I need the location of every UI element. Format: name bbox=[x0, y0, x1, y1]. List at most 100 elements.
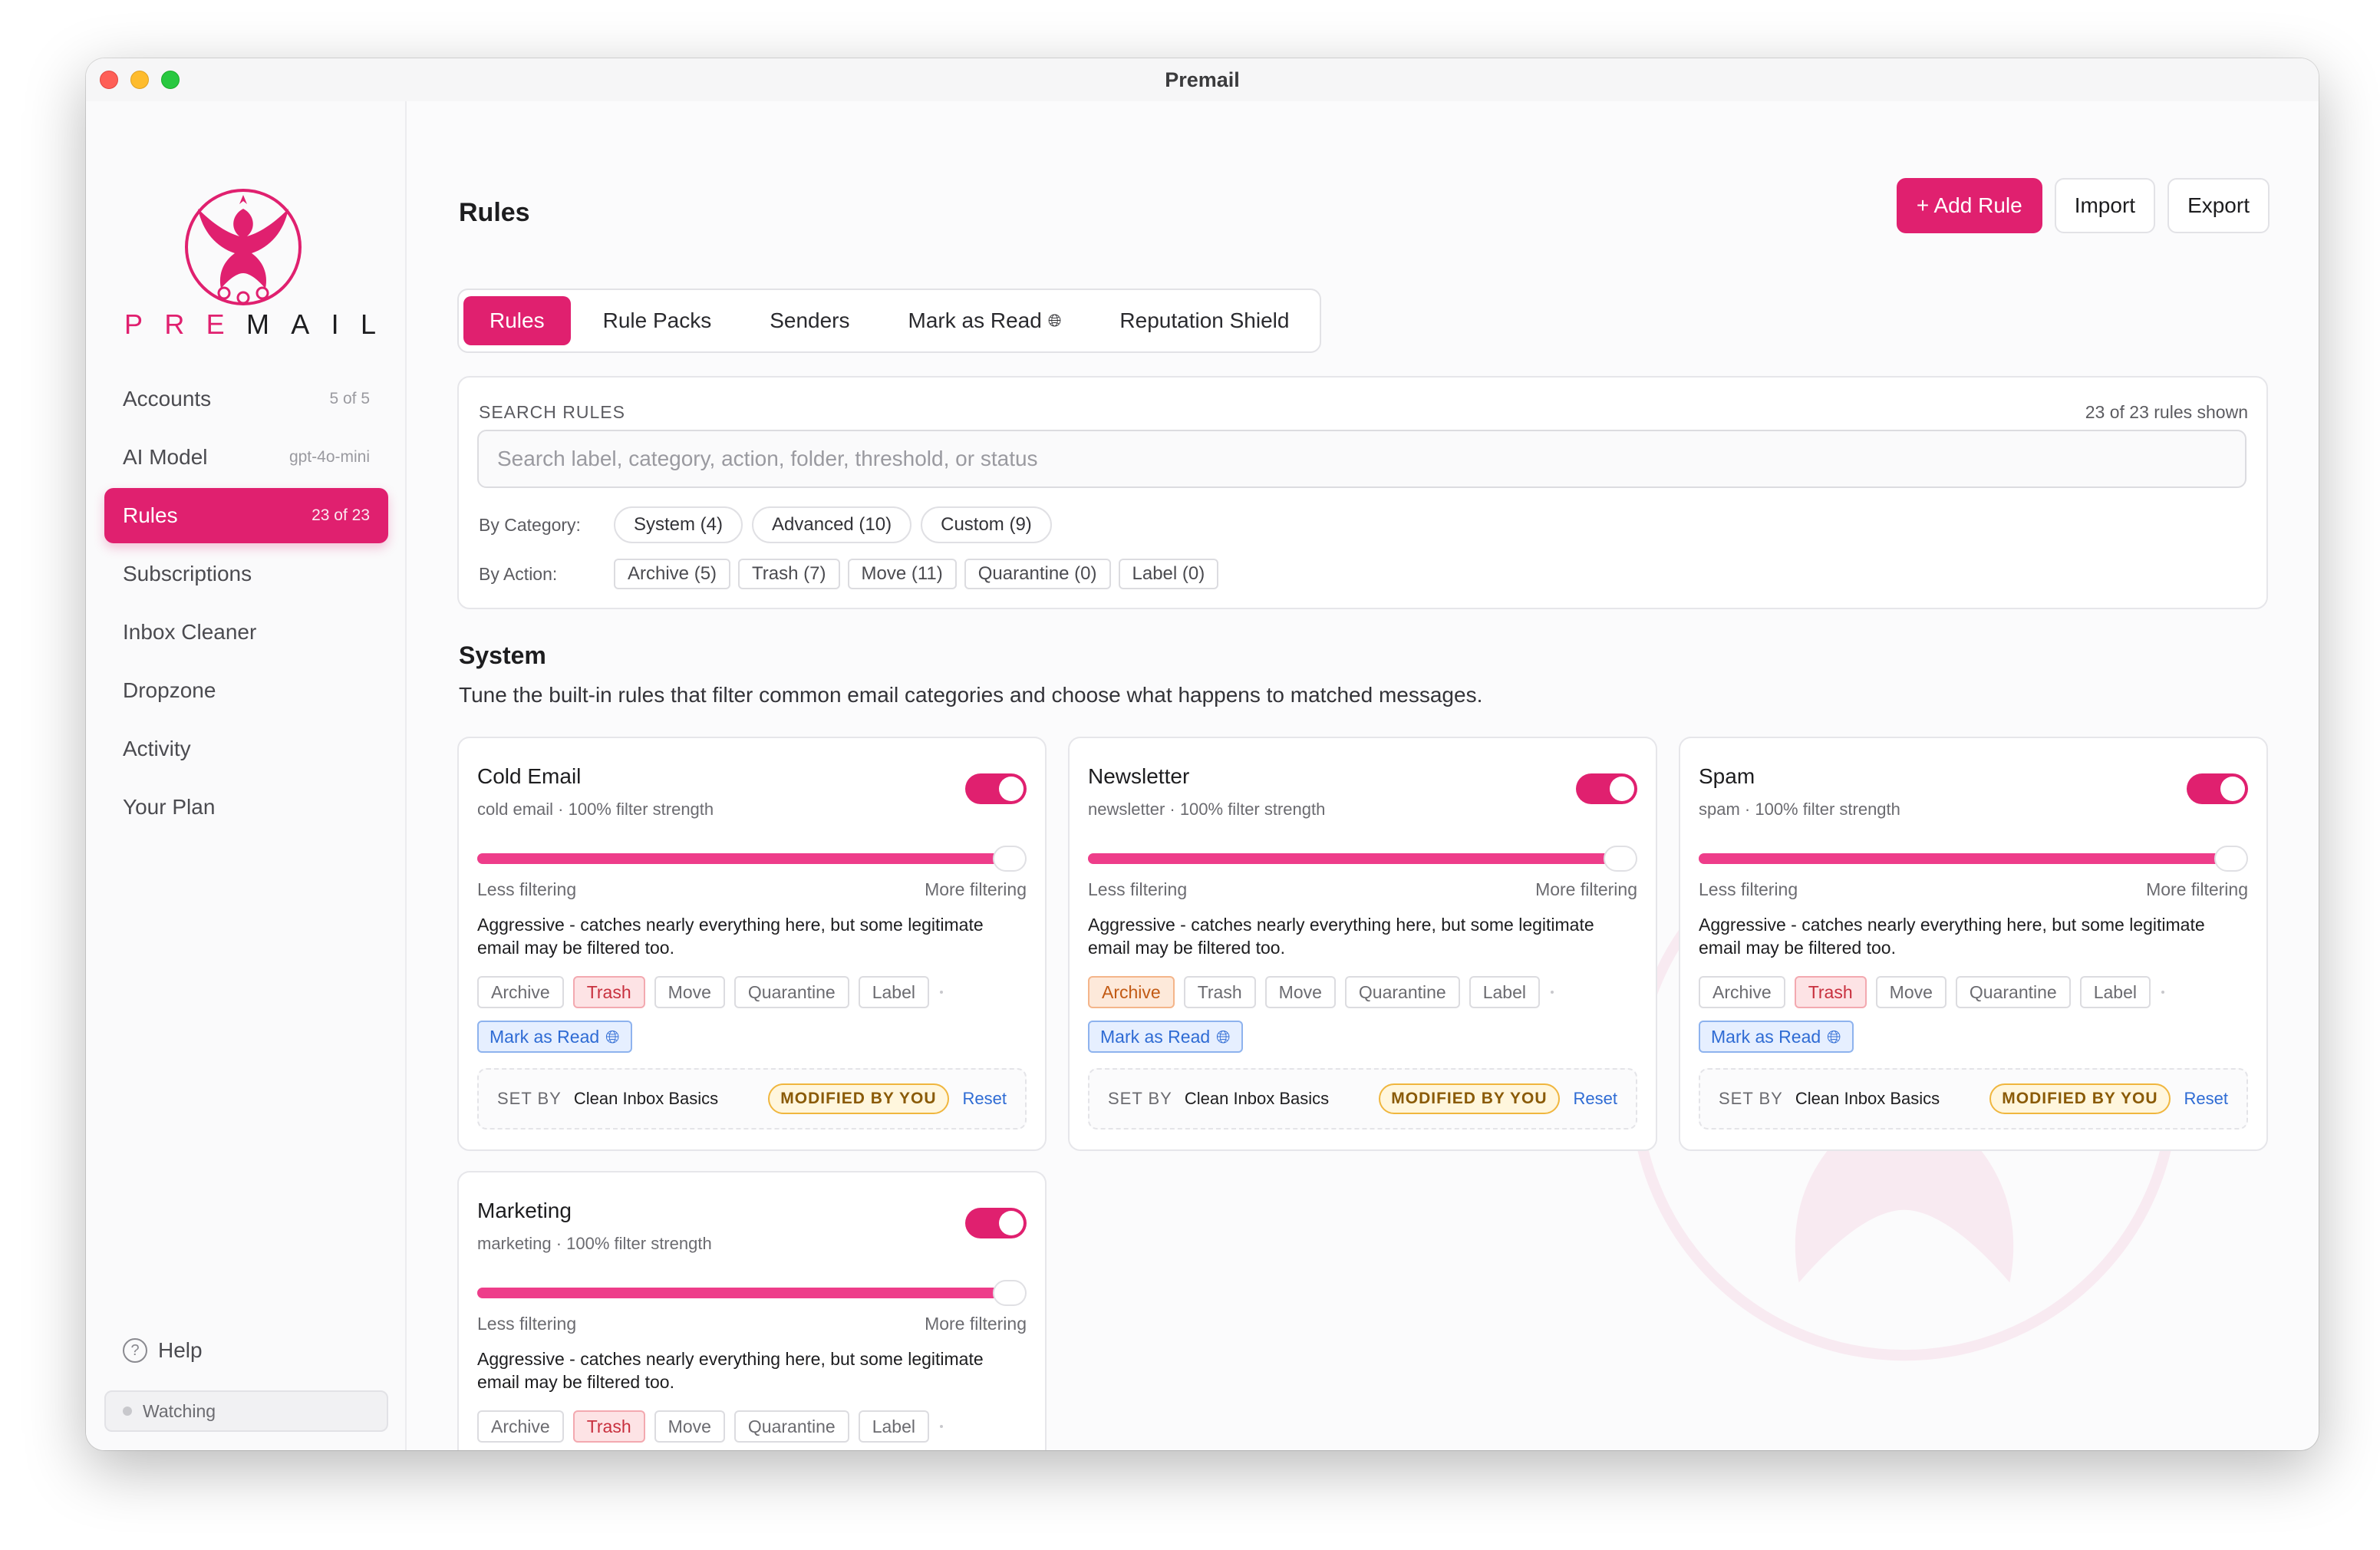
sidebar-item-inbox-cleaner[interactable]: Inbox Cleaner bbox=[104, 605, 388, 660]
reset-link[interactable]: Reset bbox=[963, 1089, 1007, 1109]
action-label-option[interactable]: Label bbox=[858, 976, 929, 1008]
reset-link[interactable]: Reset bbox=[1574, 1089, 1617, 1109]
help-link[interactable]: ? Help bbox=[123, 1338, 203, 1363]
sidebar-item-activity[interactable]: Activity bbox=[104, 721, 388, 777]
action-quarantine-option[interactable]: Quarantine bbox=[733, 1410, 849, 1443]
action-trash-option[interactable]: Trash bbox=[1794, 976, 1867, 1008]
sidebar-item-your-plan[interactable]: Your Plan bbox=[104, 780, 388, 835]
close-window-button[interactable] bbox=[100, 71, 118, 89]
rule-enabled-toggle[interactable] bbox=[965, 773, 1027, 804]
rule-title: Marketing bbox=[477, 1199, 572, 1222]
slider-fill bbox=[1699, 853, 2231, 864]
filter-strength-slider[interactable] bbox=[1699, 846, 2248, 872]
action-filter-label: By Action: bbox=[479, 563, 558, 584]
globe-icon: 🌐︎ bbox=[1827, 1026, 1841, 1047]
rule-card-marketing: Marketing marketing · 100% filter streng… bbox=[457, 1171, 1047, 1450]
category-filter-label: By Category: bbox=[479, 514, 581, 535]
slider-labels: Less filtering More filtering bbox=[477, 879, 1027, 900]
action-move-option[interactable]: Move bbox=[654, 1410, 725, 1443]
sidebar: P R E M A I L Accounts 5 of 5 AI Model g… bbox=[86, 101, 407, 1450]
export-button[interactable]: Export bbox=[2167, 178, 2270, 233]
mark-as-read-option[interactable]: Mark as Read 🌐︎ bbox=[1699, 1021, 1854, 1053]
reset-link[interactable]: Reset bbox=[2184, 1089, 2228, 1109]
action-filter-quarantine[interactable]: Quarantine (0) bbox=[964, 559, 1111, 589]
rule-enabled-toggle[interactable] bbox=[2187, 773, 2248, 804]
action-archive-option[interactable]: Archive bbox=[477, 976, 564, 1008]
modified-badge: MODIFIED BY YOU bbox=[1989, 1083, 2171, 1114]
slider-labels: Less filtering More filtering bbox=[1699, 879, 2248, 900]
slider-fill bbox=[477, 1288, 1010, 1298]
rules-count: 23 of 23 rules shown bbox=[2085, 402, 2248, 422]
filter-strength-slider[interactable] bbox=[477, 846, 1027, 872]
minimize-window-button[interactable] bbox=[130, 71, 149, 89]
modified-badge: MODIFIED BY YOU bbox=[1379, 1083, 1560, 1114]
slider-thumb[interactable] bbox=[2214, 846, 2248, 872]
mark-as-read-option[interactable]: Mark as Read 🌐︎ bbox=[477, 1021, 632, 1053]
globe-icon: 🌐︎ bbox=[605, 1026, 620, 1047]
action-quarantine-option[interactable]: Quarantine bbox=[1955, 976, 2071, 1008]
action-trash-option[interactable]: Trash bbox=[572, 1410, 645, 1443]
action-filter-trash[interactable]: Trash (7) bbox=[738, 559, 840, 589]
tab-label: Mark as Read bbox=[908, 308, 1042, 332]
window-title: Premail bbox=[1165, 68, 1240, 91]
action-move-option[interactable]: Move bbox=[654, 976, 725, 1008]
action-archive-option[interactable]: Archive bbox=[477, 1410, 564, 1443]
action-trash-option[interactable]: Trash bbox=[1183, 976, 1256, 1008]
sidebar-item-label: Dropzone bbox=[123, 678, 216, 702]
slider-thumb[interactable] bbox=[993, 1280, 1027, 1306]
set-by-row: SET BY Clean Inbox Basics MODIFIED BY YO… bbox=[477, 1068, 1027, 1130]
action-archive-option[interactable]: Archive bbox=[1699, 976, 1785, 1008]
slider-labels: Less filtering More filtering bbox=[1088, 879, 1637, 900]
action-move-option[interactable]: Move bbox=[1875, 976, 1947, 1008]
more-filtering-label: More filtering bbox=[2146, 879, 2248, 899]
search-input[interactable] bbox=[477, 430, 2246, 488]
import-button[interactable]: Import bbox=[2054, 178, 2156, 233]
rule-enabled-toggle[interactable] bbox=[965, 1208, 1027, 1238]
action-move-option[interactable]: Move bbox=[1264, 976, 1336, 1008]
filter-strength-slider[interactable] bbox=[477, 1280, 1027, 1306]
tab-reputation-shield[interactable]: Reputation Shield bbox=[1093, 296, 1315, 345]
zoom-window-button[interactable] bbox=[161, 71, 180, 89]
action-filter-label-chip[interactable]: Label (0) bbox=[1118, 559, 1219, 589]
action-label-option[interactable]: Label bbox=[858, 1410, 929, 1443]
rule-enabled-toggle[interactable] bbox=[1576, 773, 1637, 804]
slider-thumb[interactable] bbox=[1604, 846, 1637, 872]
category-filter-advanced[interactable]: Advanced (10) bbox=[752, 506, 912, 543]
tab-senders[interactable]: Senders bbox=[743, 296, 875, 345]
sidebar-item-rules[interactable]: Rules 23 of 23 bbox=[104, 488, 388, 543]
rule-title: Spam bbox=[1699, 764, 1755, 788]
action-label-option[interactable]: Label bbox=[1469, 976, 1540, 1008]
window-controls bbox=[100, 71, 180, 89]
action-trash-option[interactable]: Trash bbox=[572, 976, 645, 1008]
sidebar-item-accounts[interactable]: Accounts 5 of 5 bbox=[104, 371, 388, 427]
rule-description: Aggressive - catches nearly everything h… bbox=[477, 915, 984, 958]
search-label: SEARCH RULES bbox=[479, 402, 625, 422]
category-filter-system[interactable]: System (4) bbox=[614, 506, 743, 543]
add-rule-button[interactable]: + Add Rule bbox=[1896, 178, 2042, 233]
less-filtering-label: Less filtering bbox=[477, 879, 577, 899]
mark-as-read-option[interactable]: Mark as Read 🌐︎ bbox=[1088, 1021, 1243, 1053]
slider-thumb[interactable] bbox=[993, 846, 1027, 872]
title-bar: Premail bbox=[86, 58, 2319, 101]
sidebar-item-label: Rules bbox=[123, 503, 178, 527]
action-quarantine-option[interactable]: Quarantine bbox=[733, 976, 849, 1008]
category-filter-custom[interactable]: Custom (9) bbox=[921, 506, 1052, 543]
rule-subtitle: newsletter · 100% filter strength bbox=[1088, 800, 1326, 819]
action-filter-archive[interactable]: Archive (5) bbox=[614, 559, 731, 589]
sidebar-item-ai-model[interactable]: AI Model gpt-4o-mini bbox=[104, 430, 388, 485]
sidebar-item-dropzone[interactable]: Dropzone bbox=[104, 663, 388, 718]
filter-strength-slider[interactable] bbox=[1088, 846, 1637, 872]
rules-tabs: Rules Rule Packs Senders Mark as Read 🌐︎… bbox=[457, 289, 1322, 353]
action-label-option[interactable]: Label bbox=[2079, 976, 2151, 1008]
tab-mark-as-read[interactable]: Mark as Read 🌐︎ bbox=[882, 296, 1088, 345]
action-archive-option[interactable]: Archive bbox=[1088, 976, 1175, 1008]
rule-card-cold-email: Cold Email cold email · 100% filter stre… bbox=[457, 737, 1047, 1151]
rule-card-newsletter: Newsletter newsletter · 100% filter stre… bbox=[1068, 737, 1657, 1151]
sidebar-item-subscriptions[interactable]: Subscriptions bbox=[104, 546, 388, 602]
action-options: Archive Trash Move Quarantine Label bbox=[477, 976, 943, 1008]
tab-rules[interactable]: Rules bbox=[463, 296, 571, 345]
tab-rule-packs[interactable]: Rule Packs bbox=[577, 296, 738, 345]
action-quarantine-option[interactable]: Quarantine bbox=[1344, 976, 1460, 1008]
set-by-value: Clean Inbox Basics bbox=[573, 1089, 719, 1108]
action-filter-move[interactable]: Move (11) bbox=[847, 559, 957, 589]
